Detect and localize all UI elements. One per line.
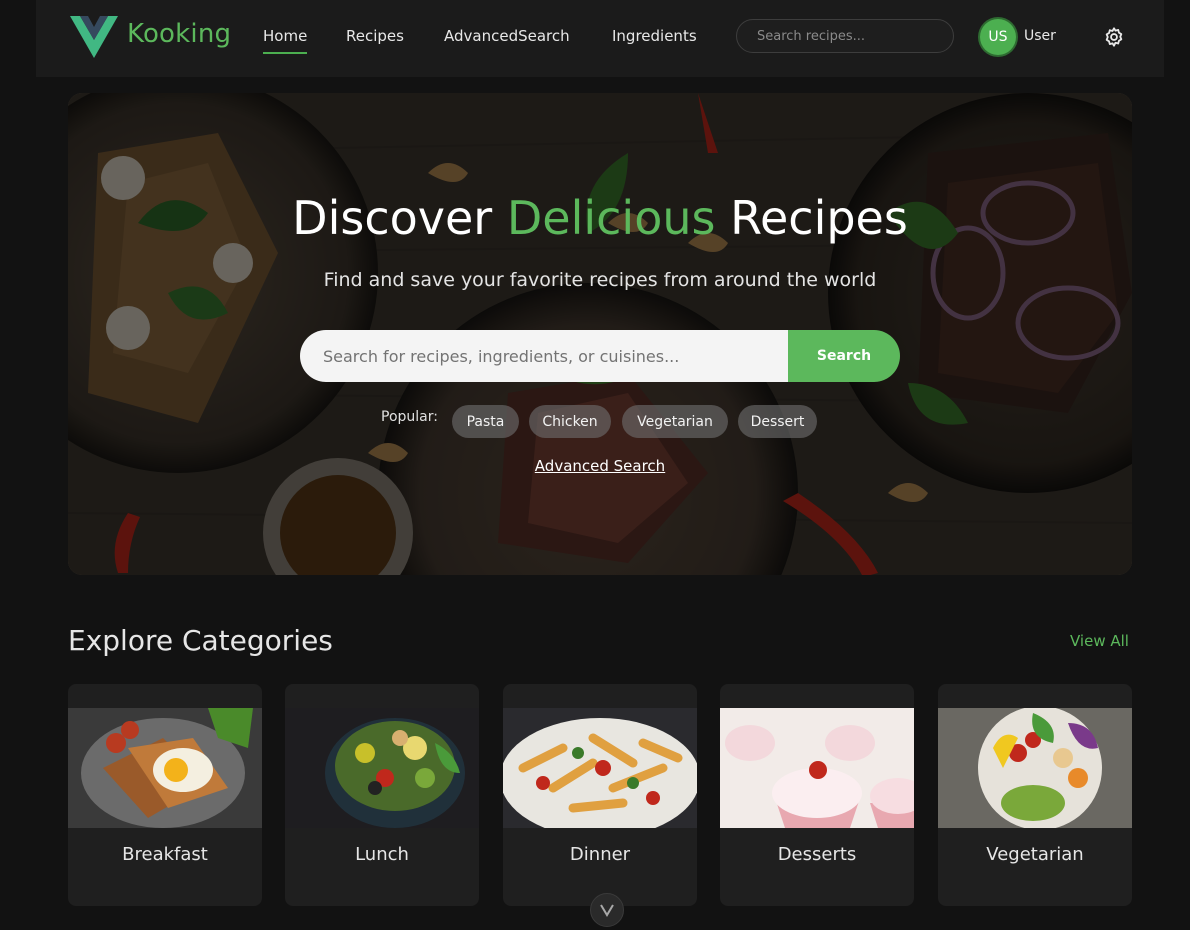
- nav-link-advanced-search[interactable]: AdvancedSearch: [444, 27, 570, 45]
- breakfast-image: [68, 708, 262, 828]
- nav-link-recipes[interactable]: Recipes: [346, 27, 404, 45]
- popular-tag-chicken[interactable]: Chicken: [529, 405, 611, 438]
- category-card-lunch[interactable]: Lunch: [285, 684, 479, 906]
- dinner-image: [503, 708, 697, 828]
- hero-subtitle: Find and save your favorite recipes from…: [323, 269, 877, 291]
- gear-icon[interactable]: [1103, 26, 1125, 48]
- nav-search-input[interactable]: [736, 19, 954, 53]
- vue-logo-icon[interactable]: [70, 16, 118, 58]
- category-card-vegetarian[interactable]: Vegetarian: [938, 684, 1132, 906]
- popular-tag-pasta[interactable]: Pasta: [452, 405, 519, 438]
- category-label: Dinner: [569, 844, 631, 865]
- popular-tag-dessert[interactable]: Dessert: [738, 405, 817, 438]
- category-card-breakfast[interactable]: Breakfast: [68, 684, 262, 906]
- chevron-down-icon: [600, 904, 614, 917]
- category-card-dinner[interactable]: Dinner: [503, 684, 697, 906]
- category-label: Vegetarian: [986, 844, 1084, 865]
- lunch-image: [285, 708, 479, 828]
- hero-title-prefix: Discover: [292, 191, 507, 245]
- popular-tag-vegetarian[interactable]: Vegetarian: [622, 405, 728, 438]
- category-label: Desserts: [777, 844, 857, 865]
- advanced-search-link[interactable]: Advanced Search: [68, 457, 1132, 475]
- popular-label: Popular:: [381, 409, 438, 425]
- category-label: Lunch: [355, 844, 409, 865]
- hero-search-input[interactable]: [300, 330, 788, 382]
- avatar[interactable]: US: [980, 19, 1016, 55]
- hero-title-accent: Delicious: [506, 191, 716, 245]
- hero-title-suffix: Recipes: [715, 191, 908, 245]
- nav-link-ingredients[interactable]: Ingredients: [612, 27, 697, 45]
- category-card-desserts[interactable]: Desserts: [720, 684, 914, 906]
- nav-link-home[interactable]: Home: [263, 27, 308, 54]
- vue-devtools-badge[interactable]: [590, 893, 624, 927]
- hero-banner: Discover Delicious Recipes Find and save…: [68, 93, 1132, 575]
- vegetarian-image: [938, 708, 1132, 828]
- user-label[interactable]: User: [1024, 28, 1056, 44]
- brand-name[interactable]: Kooking: [127, 19, 231, 49]
- view-all-link[interactable]: View All: [1070, 632, 1129, 650]
- categories-title: Explore Categories: [68, 624, 333, 657]
- hero-search-button[interactable]: Search: [788, 330, 900, 382]
- hero-title: Discover Delicious Recipes: [68, 191, 1132, 245]
- hero-search-bar: Search: [300, 330, 900, 382]
- desserts-image: [720, 708, 914, 828]
- category-label: Breakfast: [122, 844, 208, 865]
- top-navbar: Kooking Home Recipes AdvancedSearch Ingr…: [36, 0, 1164, 77]
